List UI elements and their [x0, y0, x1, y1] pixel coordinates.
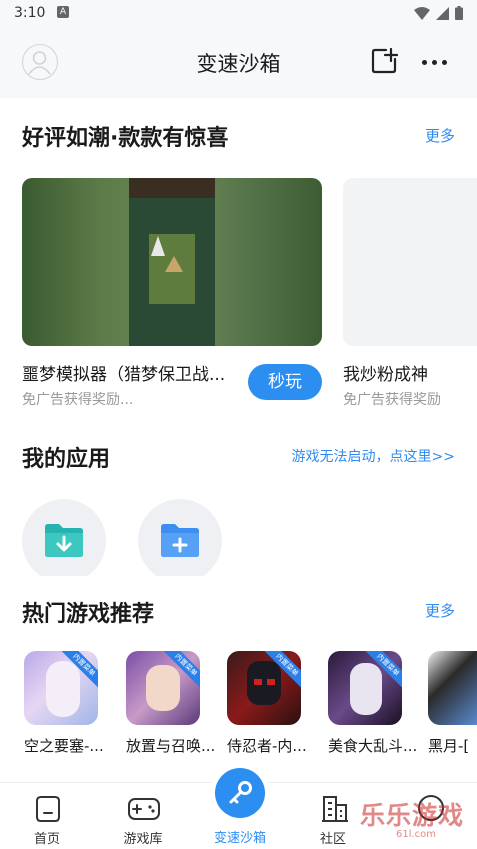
launch-help-link[interactable]: 游戏无法启动，点这里>>: [292, 446, 455, 466]
tent-icon: [165, 256, 183, 272]
game-name: 美食大乱斗...: [328, 737, 418, 755]
notification-icon: A: [57, 6, 69, 18]
game-name: 侍忍者-内...: [227, 737, 307, 755]
home-icon: [36, 796, 60, 822]
game-icon: 内置菜单: [24, 651, 98, 725]
nav-sandbox-label: 变速沙箱: [213, 831, 266, 846]
page-title: 变速沙箱: [196, 52, 281, 76]
watermark: 乐乐游戏: [360, 801, 465, 830]
add-window-icon[interactable]: [370, 47, 398, 75]
key-icon: [229, 781, 252, 804]
game-name: 放置与召唤...: [126, 737, 216, 755]
featured-title: 好评如潮·款款有惊喜: [22, 126, 229, 151]
game-icon: 内置菜单: [126, 651, 200, 725]
game-icon: 内置菜单: [227, 651, 301, 725]
wifi-icon: [414, 6, 430, 20]
featured-more-link[interactable]: 更多: [425, 125, 455, 146]
featured-card-image[interactable]: [22, 178, 322, 346]
featured-card-2-subtitle: 免广告获得奖励: [343, 392, 441, 408]
featured-card-2-image[interactable]: [343, 178, 477, 346]
hot-games-title: 热门游戏推荐: [22, 602, 155, 627]
nav-community-label: 社区: [319, 832, 346, 847]
watermark-url: 61l.com: [396, 829, 437, 840]
building-icon: [322, 796, 348, 822]
nav-sandbox[interactable]: [210, 763, 270, 823]
instant-play-button[interactable]: 秒玩: [248, 364, 322, 400]
gamepad-icon: [128, 798, 160, 820]
hot-games-more-link[interactable]: 更多: [425, 600, 455, 621]
game-name: 黑月-[: [428, 737, 470, 755]
battery-icon: [455, 6, 463, 20]
game-icon: [428, 651, 477, 725]
featured-card-2-name[interactable]: 我炒粉成神: [343, 360, 477, 385]
featured-card-name[interactable]: 噩梦模拟器（猎梦保卫战...: [22, 360, 242, 385]
featured-card-subtitle: 免广告获得奖励...: [22, 392, 134, 408]
nav-home[interactable]: 首页: [12, 783, 82, 849]
nav-community[interactable]: 社区: [298, 783, 368, 849]
status-bar: 3:10 A: [0, 0, 477, 26]
nav-game-library[interactable]: 游戏库: [108, 783, 178, 849]
my-apps-title: 我的应用: [22, 447, 111, 472]
download-folder-icon: [45, 524, 83, 557]
more-options-icon[interactable]: [422, 60, 447, 65]
status-icons: [414, 6, 463, 20]
nav-game-library-label: 游戏库: [123, 832, 163, 847]
nav-home-label: 首页: [33, 832, 60, 847]
add-folder-icon: [161, 524, 199, 557]
import-app-button[interactable]: [22, 499, 106, 583]
status-time: 3:10: [14, 5, 46, 21]
tree-icon: [151, 236, 165, 256]
signal-icon: [436, 6, 449, 20]
top-bar: 变速沙箱: [0, 26, 477, 98]
add-app-button[interactable]: [138, 499, 222, 583]
game-icon: 内置菜单: [328, 651, 402, 725]
game-name: 空之要塞-...: [24, 737, 104, 755]
game-screenshot: [129, 178, 215, 346]
